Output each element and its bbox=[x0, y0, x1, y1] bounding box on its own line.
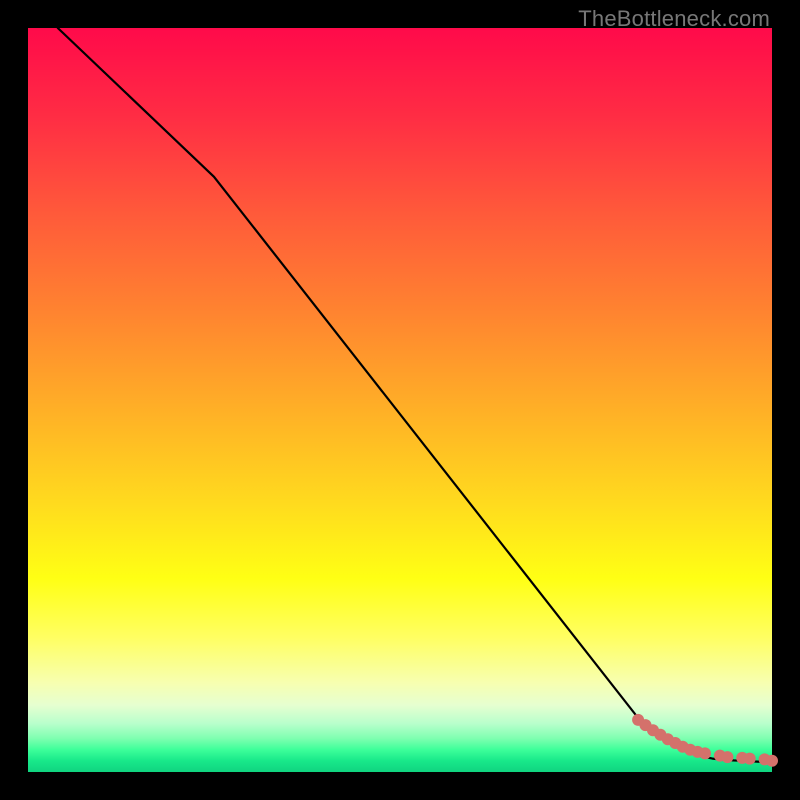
chart-frame: TheBottleneck.com bbox=[0, 0, 800, 800]
data-point bbox=[744, 753, 756, 765]
main-curve bbox=[58, 28, 772, 762]
data-points-cluster bbox=[632, 714, 778, 767]
data-point bbox=[766, 755, 778, 767]
data-point bbox=[699, 747, 711, 759]
data-point bbox=[721, 751, 733, 763]
chart-overlay-svg bbox=[28, 28, 772, 772]
